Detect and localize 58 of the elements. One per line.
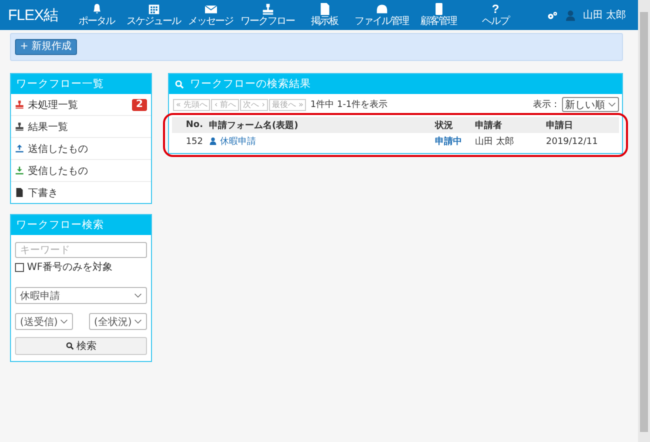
search-button[interactable]: 検索 bbox=[15, 337, 147, 355]
search-icon bbox=[66, 342, 74, 350]
sort-label: 表示： bbox=[533, 98, 560, 111]
status-text: 申請中 bbox=[432, 133, 472, 150]
column-header: 状況 bbox=[432, 117, 472, 133]
envelope-icon bbox=[204, 2, 217, 14]
nav-item[interactable]: ワークフロー bbox=[239, 2, 296, 28]
nav-item[interactable]: メッセージ bbox=[182, 2, 240, 28]
form-link[interactable]: 休暇申請 bbox=[209, 134, 256, 148]
panel-title: ワークフローの検索結果 bbox=[190, 77, 311, 92]
nav-item[interactable]: スケジュール bbox=[125, 2, 182, 28]
panel-title: ワークフロー一覧 bbox=[11, 74, 151, 94]
caret-icon bbox=[60, 319, 68, 324]
list-item[interactable]: 受信したもの bbox=[11, 160, 151, 182]
dropdown[interactable]: 新しい順 bbox=[562, 97, 619, 112]
column-header: 申請フォーム名(表題) bbox=[206, 117, 432, 133]
table-cell: 2019/12/11 bbox=[543, 133, 619, 150]
user-icon bbox=[566, 10, 575, 20]
dropdown[interactable]: (送受信) bbox=[15, 313, 73, 330]
calendar-icon bbox=[148, 2, 160, 14]
document-icon bbox=[318, 2, 331, 14]
column-header: No. bbox=[172, 117, 206, 133]
help-icon: ? bbox=[492, 2, 500, 14]
tablet-icon bbox=[432, 2, 445, 14]
new-button[interactable]: + 新規作成 bbox=[15, 39, 77, 55]
nav-item[interactable]: 掲示板 bbox=[296, 2, 354, 28]
keyword-field[interactable]: キーワード bbox=[15, 242, 147, 258]
dropdown[interactable]: (全状況) bbox=[89, 313, 147, 330]
nav-item[interactable]: 顧客管理 bbox=[410, 2, 468, 28]
stamp-icon bbox=[262, 2, 274, 14]
nav-item[interactable]: ファイル管理 bbox=[353, 2, 410, 28]
caret-icon bbox=[134, 293, 142, 298]
column-header: 申請日 bbox=[543, 117, 619, 133]
result-count: 1件中 1-1件を表示 bbox=[310, 98, 388, 111]
checkbox[interactable] bbox=[15, 262, 24, 272]
checkbox-label: WF番号のみを対象 bbox=[27, 260, 113, 274]
nav-item[interactable]: ポータル bbox=[68, 2, 126, 28]
nav-item[interactable]: ? ヘルプ bbox=[467, 2, 524, 28]
caret-icon bbox=[134, 319, 142, 324]
dropdown[interactable]: 休暇申請 bbox=[15, 287, 147, 304]
list-item[interactable]: 結果一覧 bbox=[11, 116, 151, 138]
caret-icon bbox=[608, 102, 616, 107]
bell-icon bbox=[90, 2, 103, 14]
settings-icon[interactable] bbox=[546, 10, 558, 20]
list-item[interactable]: 送信したもの bbox=[11, 138, 151, 160]
panel-title: ワークフロー検索 bbox=[11, 215, 151, 235]
list-item[interactable]: 下書き bbox=[11, 182, 151, 203]
app-logo[interactable]: FLEX結 bbox=[0, 6, 68, 24]
search-icon bbox=[175, 80, 184, 88]
scrollbar[interactable] bbox=[638, 0, 650, 442]
drive-icon bbox=[376, 2, 388, 14]
person-icon bbox=[209, 137, 217, 146]
column-header: 申請者 bbox=[472, 117, 543, 133]
table-cell: 山田 太郎 bbox=[472, 133, 543, 150]
table-cell: 152 bbox=[172, 133, 206, 150]
count-badge: 2 bbox=[132, 98, 147, 110]
list-item[interactable]: 未処理一覧 2 bbox=[11, 94, 151, 116]
user-name[interactable]: 山田 太郎 bbox=[582, 8, 626, 22]
